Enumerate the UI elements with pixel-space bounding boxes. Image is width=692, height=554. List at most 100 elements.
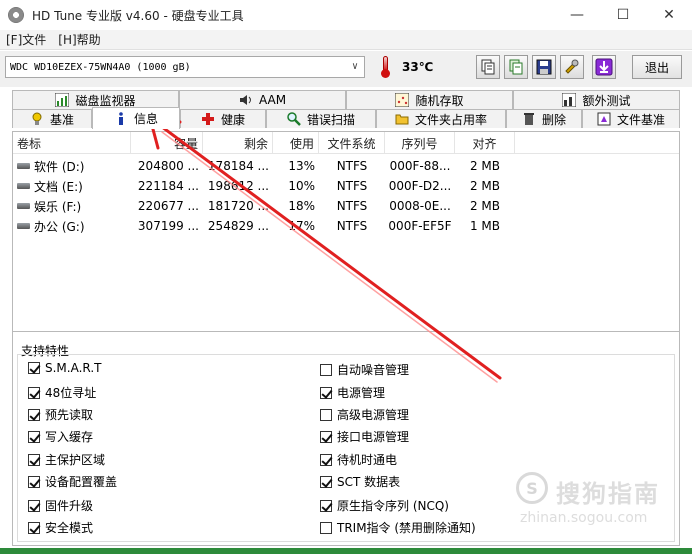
feature-label: 电源管理 xyxy=(337,386,386,400)
column-header-capacity[interactable]: 容量 xyxy=(131,132,203,154)
table-row[interactable]: 办公 (G:) 307199 ... 254829 ... 17% NTFS 0… xyxy=(13,216,533,236)
volume-list[interactable]: 卷标 容量 剩余 使用 文件系统 序列号 对齐 软件 (D:) 204800 .… xyxy=(13,132,679,332)
feature-label: TRIM指令 (禁用删除通知) xyxy=(337,521,476,535)
watermark-url: zhinan.sogou.com xyxy=(520,510,648,526)
toolbar: WDC WD10EZEX-75WN4A0 (1000 gB) ∨ 33℃ 退出 xyxy=(0,51,692,87)
app-disk-icon xyxy=(8,7,24,23)
tab-label: 随机存取 xyxy=(415,93,464,108)
volume-label: 软件 (D:) xyxy=(34,159,85,174)
feature-item: 原生指令序列 (NCQ) xyxy=(320,497,449,514)
feature-label: SCT 数据表 xyxy=(337,475,401,489)
tab-extra-tests[interactable]: 额外测试 xyxy=(513,90,680,109)
tab-label: 健康 xyxy=(220,112,245,127)
tab-label: 额外测试 xyxy=(582,93,631,108)
tools-icon xyxy=(565,59,579,74)
options-button[interactable] xyxy=(560,55,584,79)
drive-icon xyxy=(17,183,30,189)
volume-serial: 000F-D2... xyxy=(388,179,452,193)
copy-all-button[interactable] xyxy=(504,55,528,79)
feature-item: SCT 数据表 xyxy=(320,473,400,490)
speaker-icon xyxy=(239,93,253,107)
menu-file[interactable]: [F]文件 xyxy=(6,31,46,48)
extra-test-icon xyxy=(561,92,577,108)
column-header-used[interactable]: 使用 xyxy=(273,132,319,154)
table-row[interactable]: 文档 (E:) 221184 ... 198612 ... 10% NTFS 0… xyxy=(13,176,533,196)
feature-label: 48位寻址 xyxy=(45,386,97,400)
feature-item: 主保护区域 xyxy=(28,451,105,468)
drive-select-value: WDC WD10EZEX-75WN4A0 (1000 gB) xyxy=(10,61,191,73)
close-button[interactable]: ✕ xyxy=(646,0,692,30)
tab-info[interactable]: 信息 xyxy=(92,107,180,129)
checkbox-checked xyxy=(28,499,40,512)
tab-label: 信息 xyxy=(133,112,158,126)
checkbox-checked xyxy=(28,362,40,374)
tab-health[interactable]: 健康 xyxy=(180,109,266,128)
column-header-serial[interactable]: 序列号 xyxy=(385,132,455,154)
drive-icon xyxy=(17,203,30,209)
tab-label: 文件夹占用率 xyxy=(414,112,487,127)
red-cross-icon xyxy=(201,112,215,126)
tab-aam[interactable]: AAM xyxy=(179,90,346,109)
feature-label: 预先读取 xyxy=(45,408,94,422)
column-header-free[interactable]: 剩余 xyxy=(203,132,273,154)
tab-file-benchmark[interactable]: 文件基准 xyxy=(582,109,680,128)
volume-label: 文档 (E:) xyxy=(34,179,83,194)
column-header-alignment[interactable]: 对齐 xyxy=(455,132,515,154)
menu-help[interactable]: [H]帮助 xyxy=(58,31,100,48)
window-title: HD Tune 专业版 v4.60 - 硬盘专业工具 xyxy=(32,8,244,23)
checkbox-unchecked xyxy=(320,521,332,534)
download-button[interactable] xyxy=(592,55,616,79)
volume-capacity: 307199 ... xyxy=(137,219,199,233)
feature-label: 固件升级 xyxy=(45,499,94,513)
tab-folder-usage[interactable]: 文件夹占用率 xyxy=(376,109,506,128)
tab-error-scan[interactable]: 错误扫描 xyxy=(266,109,376,128)
temperature-readout: 33℃ xyxy=(402,60,434,74)
volume-alignment: 1 MB xyxy=(469,219,501,233)
feature-item: 预先读取 xyxy=(28,406,93,423)
folder-icon xyxy=(395,112,409,126)
feature-label: S.M.A.R.T xyxy=(45,361,102,375)
lightbulb-icon xyxy=(30,112,44,126)
tab-label: 文件基准 xyxy=(616,112,665,127)
volume-filesystem: NTFS xyxy=(336,159,368,173)
volume-label: 办公 (G:) xyxy=(34,219,85,234)
feature-item: 48位寻址 xyxy=(28,384,96,401)
info-icon xyxy=(114,111,128,126)
volume-serial: 0008-0E... xyxy=(389,199,451,213)
feature-label: 高级电源管理 xyxy=(337,408,410,422)
volume-capacity: 220677 ... xyxy=(137,199,199,213)
volume-used: 10% xyxy=(288,179,315,193)
tab-benchmark[interactable]: 基准 xyxy=(12,109,92,128)
volume-used: 18% xyxy=(288,199,315,213)
drive-select[interactable]: WDC WD10EZEX-75WN4A0 (1000 gB) ∨ xyxy=(5,56,365,78)
save-button[interactable] xyxy=(532,55,556,79)
volume-alignment: 2 MB xyxy=(469,179,501,193)
tab-label: 错误扫描 xyxy=(306,112,355,127)
column-header-label[interactable]: 卷标 xyxy=(13,132,131,154)
maximize-button[interactable]: ☐ xyxy=(600,0,646,30)
feature-item: 电源管理 xyxy=(320,384,385,401)
table-row[interactable]: 软件 (D:) 204800 ... 178184 ... 13% NTFS 0… xyxy=(13,156,533,176)
feature-label: 自动噪音管理 xyxy=(337,363,410,377)
feature-item: TRIM指令 (禁用删除通知) xyxy=(320,519,476,536)
chevron-down-icon: ∨ xyxy=(351,61,358,72)
taskbar-strip xyxy=(0,548,692,554)
checkbox-checked xyxy=(320,453,332,466)
exit-button[interactable]: 退出 xyxy=(632,55,682,79)
tab-erase[interactable]: 删除 xyxy=(506,109,582,128)
volume-serial: 000F-88... xyxy=(389,159,451,173)
checkbox-checked xyxy=(28,430,40,443)
tab-random-access[interactable]: 随机存取 xyxy=(346,90,513,109)
feature-item: 待机时通电 xyxy=(320,451,397,468)
sogou-logo-icon: S xyxy=(516,472,548,504)
table-row[interactable]: 娱乐 (F:) 220677 ... 181720 ... 18% NTFS 0… xyxy=(13,196,533,216)
volume-filesystem: NTFS xyxy=(336,219,368,233)
checkbox-checked xyxy=(28,386,40,399)
column-header-filesystem[interactable]: 文件系统 xyxy=(319,132,385,154)
volume-alignment: 2 MB xyxy=(469,199,501,213)
minimize-button[interactable]: — xyxy=(554,0,600,30)
volume-filesystem: NTFS xyxy=(336,199,368,213)
copy-info-button[interactable] xyxy=(476,55,500,79)
checkbox-checked xyxy=(320,499,332,512)
menu-bar: [F]文件 [H]帮助 xyxy=(0,30,692,50)
